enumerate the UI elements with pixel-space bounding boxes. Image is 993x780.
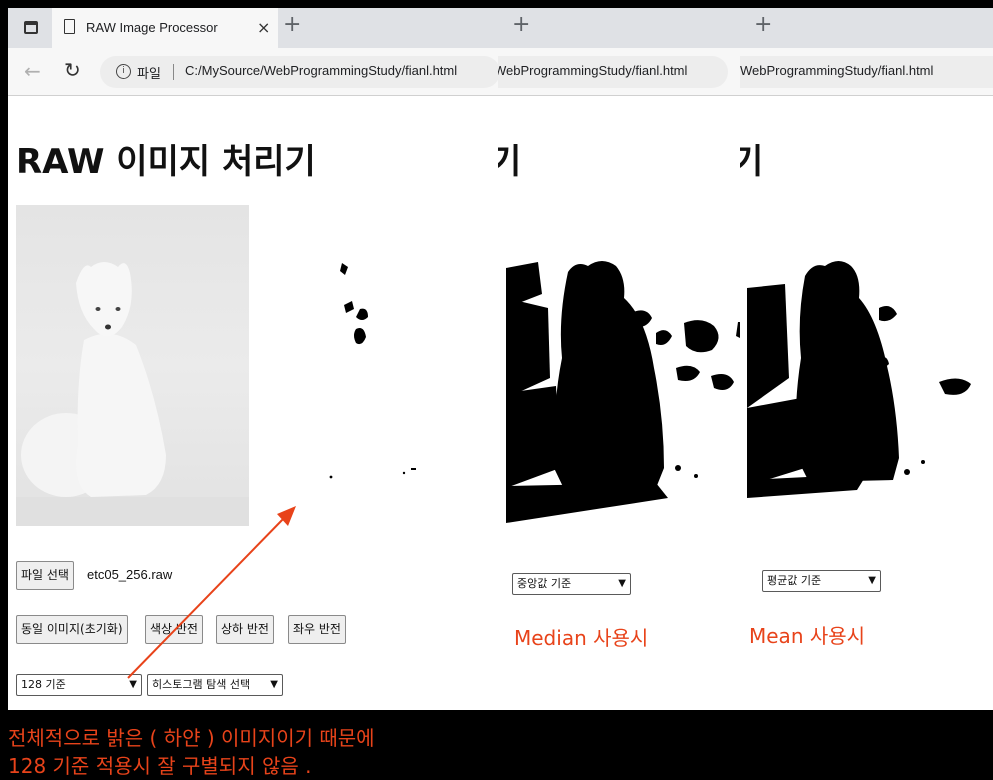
info-label: 파일 [137, 66, 161, 81]
tab-strip: RAW Image Processor × + [8, 8, 498, 48]
info-icon[interactable]: i [116, 64, 131, 79]
new-tab-icon[interactable]: + [512, 14, 530, 36]
address-bar[interactable]: WebProgrammingStudy/fianl.html [498, 56, 728, 88]
url-text: WebProgrammingStudy/fianl.html [498, 63, 688, 78]
median-caption: Median 사용시 [514, 626, 649, 650]
annotation-note-line-1: 전체적으로 밝은 ( 하얀 ) 이미지이기 때문에 [8, 726, 375, 750]
mean-select[interactable]: 평균값 기준 ▼ [762, 570, 881, 592]
threshold-128-result [256, 205, 496, 526]
page-title: RAW 이미지 처리기 [16, 142, 316, 182]
threshold-select[interactable]: 128 기준 ▼ [16, 674, 142, 696]
back-icon[interactable]: ← [24, 59, 41, 83]
address-bar[interactable]: WebProgrammingStudy/fianl.html [740, 56, 993, 88]
url-divider [173, 64, 174, 80]
page-icon [64, 19, 75, 34]
tab-title: RAW Image Processor [86, 20, 218, 35]
reload-icon[interactable]: ↻ [64, 58, 81, 82]
chevron-down-icon: ▼ [618, 578, 626, 589]
browser-window-median: + WebProgrammingStudy/fianl.html 기 중앙값 기… [498, 8, 740, 710]
threshold-select-value: 128 기준 [21, 678, 66, 691]
file-select-button[interactable]: 파일 선택 [16, 561, 74, 590]
chevron-down-icon: ▼ [868, 575, 876, 586]
original-fox-image [16, 205, 249, 526]
mean-caption: Mean 사용시 [749, 624, 866, 648]
browser-window-128: RAW Image Processor × + ← ↻ i 파일 C:/MySo… [8, 8, 498, 710]
url-text: C:/MySource/WebProgrammingStudy/fianl.ht… [185, 63, 458, 78]
new-tab-icon[interactable]: + [283, 14, 301, 36]
page-title-fragment: 기 [740, 142, 764, 182]
new-tab-icon[interactable]: + [754, 14, 772, 36]
median-threshold-result [506, 258, 740, 526]
chevron-down-icon: ▼ [129, 679, 137, 690]
histogram-select[interactable]: 히스토그램 탐색 선택 ▼ [147, 674, 283, 696]
flip-vertical-button[interactable]: 상하 반전 [216, 615, 274, 644]
window-icon[interactable] [24, 21, 38, 34]
median-select-value: 중앙값 기준 [517, 577, 572, 590]
url-text: WebProgrammingStudy/fianl.html [740, 63, 934, 78]
median-select[interactable]: 중앙값 기준 ▼ [512, 573, 631, 595]
flip-horizontal-button[interactable]: 좌우 반전 [288, 615, 346, 644]
mean-select-value: 평균값 기준 [767, 574, 822, 587]
address-bar-row: ← ↻ i 파일 C:/MySource/WebProgrammingStudy… [8, 48, 498, 96]
mean-threshold-result [747, 258, 980, 526]
histogram-select-value: 히스토그램 탐색 선택 [152, 678, 251, 691]
tab-strip: + [740, 8, 993, 48]
browser-window-mean: + WebProgrammingStudy/fianl.html 기 평균값 기… [740, 8, 993, 710]
reset-image-button[interactable]: 동일 이미지(초기화) [16, 615, 128, 644]
address-bar[interactable]: i 파일 C:/MySource/WebProgrammingStudy/fia… [100, 56, 498, 88]
address-bar-row: WebProgrammingStudy/fianl.html [498, 48, 740, 96]
annotation-note-line-2: 128 기준 적용시 잘 구별되지 않음 . [8, 754, 312, 778]
page-title-fragment: 기 [498, 142, 522, 182]
tab-strip: + [498, 8, 740, 48]
invert-color-button[interactable]: 색상 반전 [145, 615, 203, 644]
address-bar-row: WebProgrammingStudy/fianl.html [740, 48, 993, 96]
tab-raw-image-processor[interactable]: RAW Image Processor × [52, 8, 278, 48]
selected-filename: etc05_256.raw [87, 567, 173, 582]
chevron-down-icon: ▼ [270, 679, 278, 690]
close-icon[interactable]: × [257, 18, 270, 37]
